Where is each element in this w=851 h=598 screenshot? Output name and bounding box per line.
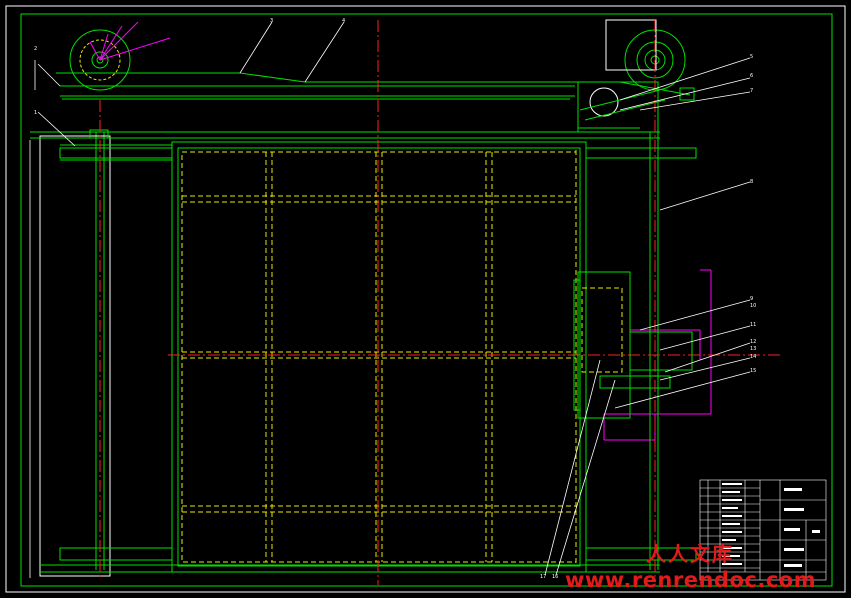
cad-drawing: 3 4 2 1 5 6 7 8 9 10 11 12 13 14 15 17 1… — [5, 5, 846, 593]
watermark-logo: 人人文库 — [646, 542, 734, 566]
magenta-leaders — [89, 21, 712, 441]
left-column — [39, 129, 173, 577]
balloon-17: 17 — [540, 574, 546, 580]
balloon-11: 11 — [750, 322, 756, 328]
balloon-labels: 3 4 2 1 5 6 7 8 9 10 11 12 13 14 15 17 1… — [34, 18, 756, 580]
balloon-12: 12 — [750, 339, 756, 345]
title-block-fill — [722, 483, 820, 567]
balloon-8: 8 — [750, 179, 753, 185]
balloon-15: 15 — [750, 368, 756, 374]
watermark-url[interactable]: www.renrendoc.com — [565, 568, 816, 592]
belt — [56, 72, 691, 100]
balloon-4: 4 — [342, 18, 345, 24]
balloon-5: 5 — [750, 54, 753, 60]
balloon-14: 14 — [750, 354, 756, 360]
balloon-10: 10 — [750, 303, 756, 309]
balloon-2: 2 — [34, 46, 37, 52]
gear-motor — [573, 271, 693, 419]
balloon-9: 9 — [750, 296, 753, 302]
right-column — [585, 132, 697, 570]
sheet-border-inner — [20, 13, 833, 587]
balloon-3: 3 — [270, 18, 273, 24]
balloon-6: 6 — [750, 73, 753, 79]
balloon-13: 13 — [750, 346, 756, 352]
center-lines — [99, 20, 780, 585]
hidden-grid — [181, 150, 623, 565]
balloon-16: 16 — [552, 574, 558, 580]
balloon-1: 1 — [34, 110, 37, 116]
balloon-7: 7 — [750, 88, 753, 94]
